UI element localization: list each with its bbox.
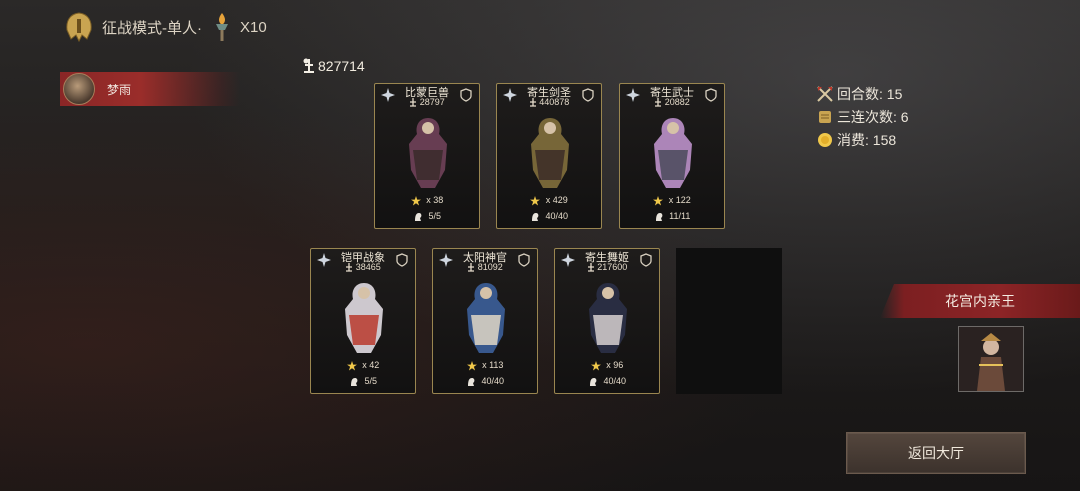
enemy-name: 花宫内亲王 bbox=[945, 293, 1015, 309]
unit-troops: 5/5 bbox=[375, 211, 479, 222]
empty-card-slot[interactable] bbox=[676, 248, 782, 394]
star-icon bbox=[590, 361, 601, 371]
troop-icon bbox=[531, 213, 539, 221]
enemy-banner: 花宫内亲王 bbox=[880, 284, 1080, 318]
unit-power: 38465 bbox=[311, 262, 415, 272]
power-icon bbox=[655, 98, 662, 107]
star-icon bbox=[346, 361, 357, 371]
unit-power: 20882 bbox=[620, 97, 724, 107]
unit-stars: x 96 bbox=[555, 360, 659, 371]
unit-power-value: 20882 bbox=[664, 97, 690, 107]
unit-card[interactable]: 比蒙巨兽 28797 x 38 5/5 bbox=[374, 83, 480, 229]
unit-troops: 5/5 bbox=[311, 376, 415, 387]
unit-card[interactable]: 寄生舞姬 217600 x 96 40/40 bbox=[554, 248, 660, 394]
unit-troops-value: 40/40 bbox=[481, 376, 505, 387]
stat-cost-text: 消费: 158 bbox=[837, 131, 897, 148]
mode-header: 征战模式-单人· X10 bbox=[62, 10, 267, 44]
unit-portrait bbox=[467, 283, 505, 353]
unit-troops-value: 11/11 bbox=[669, 211, 691, 222]
unit-troops: 40/40 bbox=[497, 211, 601, 222]
return-lobby-label: 返回大厅 bbox=[908, 445, 964, 461]
power-icon bbox=[468, 263, 475, 272]
ticket-count: X10 bbox=[240, 18, 267, 36]
unit-troops-value: 40/40 bbox=[545, 211, 569, 222]
unit-stars: x 38 bbox=[375, 195, 479, 206]
troop-icon bbox=[467, 378, 475, 386]
avatar bbox=[63, 73, 95, 105]
battle-stats: 回合数: 15 三连次数: 6 消费: 158 bbox=[816, 82, 909, 151]
return-lobby-button[interactable]: 返回大厅 bbox=[846, 432, 1026, 474]
unit-stars: x 113 bbox=[433, 360, 537, 371]
unit-power-value: 38465 bbox=[355, 262, 381, 272]
star-icon bbox=[530, 196, 541, 206]
scroll-icon bbox=[819, 110, 831, 123]
star-icon bbox=[410, 196, 421, 206]
unit-stars-value: x 429 bbox=[545, 195, 568, 206]
enemy-portrait[interactable] bbox=[958, 326, 1024, 392]
unit-power: 217600 bbox=[555, 262, 659, 272]
troop-icon bbox=[350, 378, 358, 386]
helmet-icon bbox=[66, 12, 92, 43]
power-icon bbox=[346, 263, 353, 272]
total-power: 827714 bbox=[302, 58, 365, 74]
unit-stars: x 429 bbox=[497, 195, 601, 206]
stat-rounds-text: 回合数: 15 bbox=[837, 85, 903, 102]
stat-triple-text: 三连次数: 6 bbox=[837, 108, 909, 125]
star-icon bbox=[653, 196, 664, 206]
unit-card[interactable]: 铠甲战象 38465 x 42 5/5 bbox=[310, 248, 416, 394]
unit-stars-value: x 96 bbox=[606, 360, 624, 371]
unit-troops: 40/40 bbox=[433, 376, 537, 387]
stat-triple: 三连次数: 6 bbox=[816, 105, 909, 128]
total-power-value: 827714 bbox=[318, 58, 365, 74]
unit-troops-value: 5/5 bbox=[364, 376, 378, 387]
crossed-swords-icon bbox=[817, 85, 833, 102]
troop-icon bbox=[414, 213, 422, 221]
unit-portrait bbox=[589, 283, 627, 353]
unit-portrait bbox=[531, 118, 569, 188]
unit-power: 440878 bbox=[497, 97, 601, 107]
unit-card[interactable]: 寄生武士 20882 x 122 11/11 bbox=[619, 83, 725, 229]
coin-icon bbox=[818, 132, 832, 147]
torch-icon bbox=[216, 13, 228, 41]
player-name: 梦雨 bbox=[107, 82, 132, 97]
unit-stars-value: x 38 bbox=[426, 195, 444, 206]
unit-stars-value: x 113 bbox=[482, 360, 504, 371]
unit-stars-value: x 42 bbox=[362, 360, 380, 371]
stat-rounds: 回合数: 15 bbox=[816, 82, 909, 105]
player-tab[interactable]: 梦雨 bbox=[60, 72, 240, 106]
unit-troops-value: 5/5 bbox=[428, 211, 442, 222]
unit-power: 81092 bbox=[433, 262, 537, 272]
unit-power-value: 440878 bbox=[539, 97, 570, 107]
power-icon bbox=[303, 58, 314, 73]
unit-stars-value: x 122 bbox=[668, 195, 691, 206]
unit-troops: 11/11 bbox=[620, 211, 724, 222]
unit-card[interactable]: 太阳神官 81092 x 113 40/40 bbox=[432, 248, 538, 394]
unit-power-value: 28797 bbox=[419, 97, 445, 107]
troop-icon bbox=[589, 378, 597, 386]
unit-portrait bbox=[654, 118, 692, 188]
power-icon bbox=[587, 263, 594, 272]
unit-troops-value: 40/40 bbox=[603, 376, 627, 387]
stat-cost: 消费: 158 bbox=[816, 128, 909, 151]
unit-portrait bbox=[345, 283, 383, 353]
unit-troops: 40/40 bbox=[555, 376, 659, 387]
unit-card[interactable]: 寄生剑圣 440878 x 429 40/40 bbox=[496, 83, 602, 229]
unit-power: 28797 bbox=[375, 97, 479, 107]
unit-stars: x 42 bbox=[311, 360, 415, 371]
power-icon bbox=[529, 98, 536, 107]
unit-power-value: 217600 bbox=[597, 262, 628, 272]
unit-portrait bbox=[409, 118, 447, 188]
troop-icon bbox=[655, 213, 663, 221]
power-icon bbox=[410, 98, 417, 107]
unit-power-value: 81092 bbox=[477, 262, 503, 272]
star-icon bbox=[466, 361, 477, 371]
mode-label: 征战模式-单人· bbox=[102, 19, 202, 37]
unit-stars: x 122 bbox=[620, 195, 724, 206]
enemy-portrait-art bbox=[959, 327, 1023, 391]
